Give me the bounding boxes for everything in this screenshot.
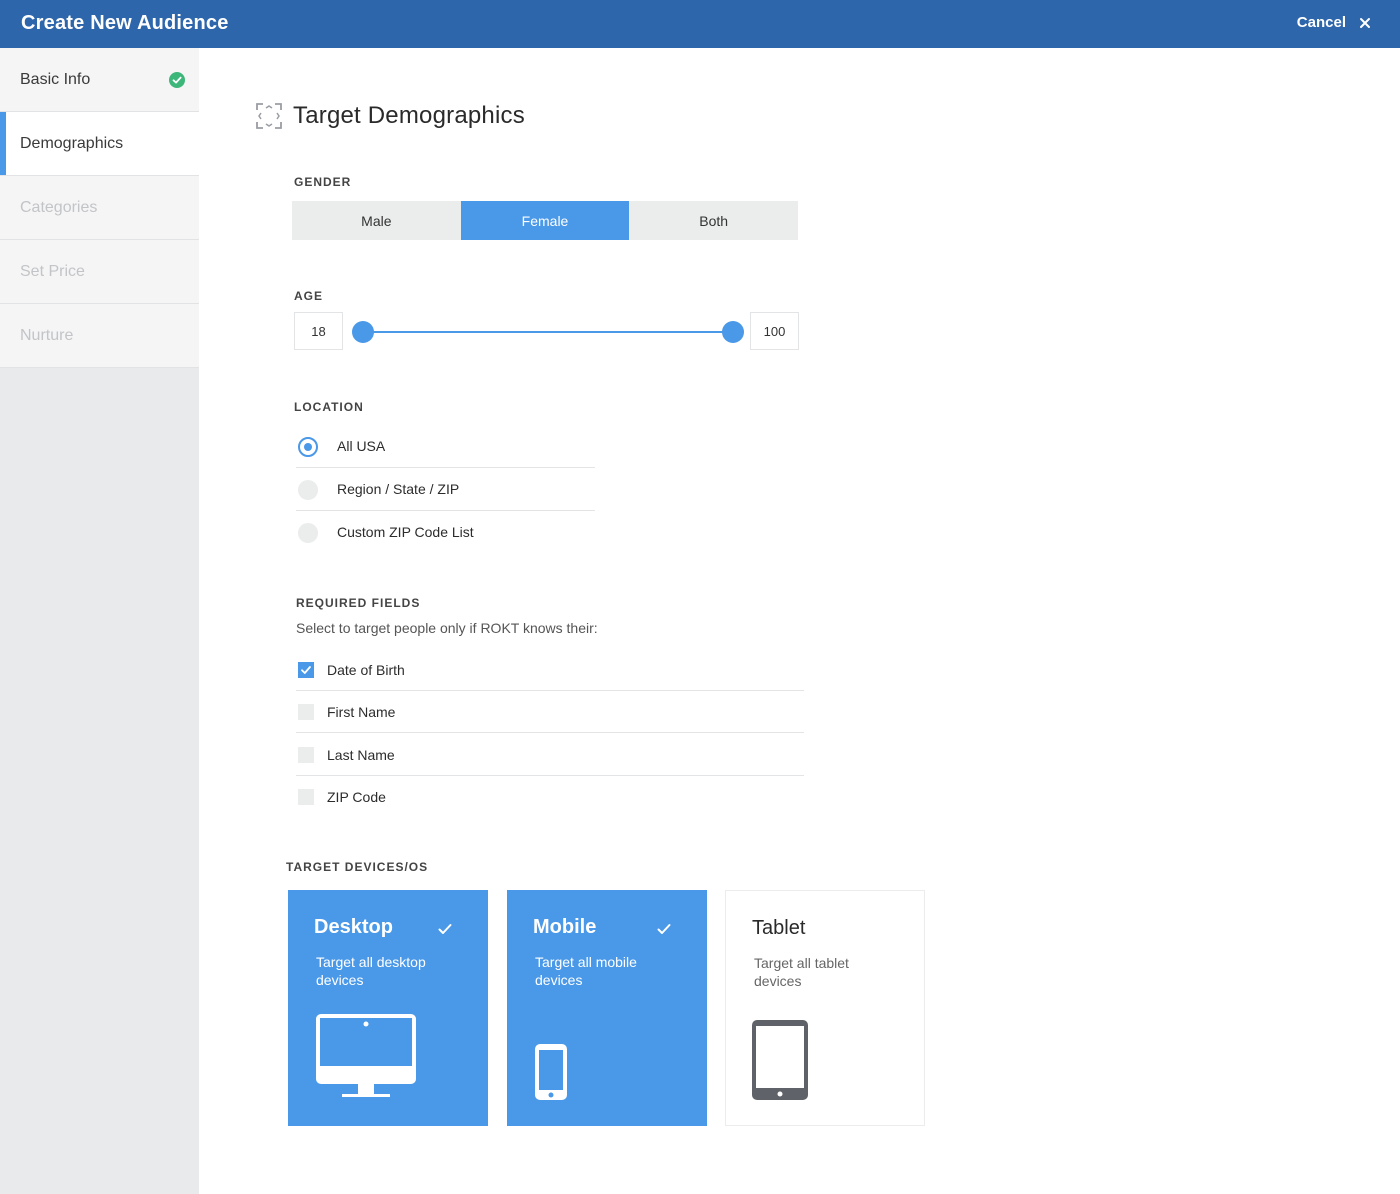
sidebar-item-set-price[interactable]: Set Price — [0, 240, 199, 304]
checkbox-label: ZIP Code — [327, 789, 386, 805]
sidebar-item-nurture[interactable]: Nurture — [0, 304, 199, 368]
sidebar-item-label: Basic Info — [20, 71, 91, 88]
radio-label: Custom ZIP Code List — [337, 524, 474, 540]
checkbox[interactable] — [298, 747, 314, 763]
tablet-icon — [752, 1020, 808, 1100]
required-fields-label: REQUIRED FIELDS — [296, 596, 421, 610]
gender-female-button[interactable]: Female — [460, 201, 630, 240]
device-description: Target all tablet devices — [754, 955, 849, 989]
age-slider-track[interactable] — [362, 331, 733, 333]
sidebar-item-label: Categories — [20, 199, 98, 216]
cancel-button[interactable]: Cancel — [1297, 14, 1372, 31]
cancel-label: Cancel — [1296, 14, 1346, 31]
gender-segmented-control: Male Female Both — [292, 201, 799, 240]
location-option-region[interactable]: Region / State / ZIP — [296, 468, 595, 511]
radio-button[interactable] — [298, 480, 318, 500]
required-fields-hint: Select to target people only if ROKT kno… — [296, 620, 598, 636]
age-label: AGE — [294, 289, 324, 303]
device-name: Desktop — [314, 916, 393, 938]
section-heading: Target Demographics — [255, 102, 525, 130]
radio-button[interactable] — [298, 523, 318, 543]
device-card-tablet[interactable]: Tablet Target all tablet devices — [725, 890, 925, 1126]
checkmark-icon — [438, 924, 452, 934]
age-max-handle[interactable] — [722, 321, 744, 343]
target-icon — [256, 103, 282, 129]
device-card-desktop[interactable]: Desktop Target all desktop devices — [288, 890, 488, 1126]
checkbox[interactable] — [298, 704, 314, 720]
device-description: Target all desktop devices — [316, 954, 426, 988]
page-title: Create New Audience — [21, 12, 229, 34]
age-min-input[interactable] — [294, 312, 343, 350]
target-devices-label: TARGET DEVICES/OS — [286, 860, 429, 874]
checkbox[interactable] — [298, 789, 314, 805]
age-min-handle[interactable] — [352, 321, 374, 343]
check-circle-icon — [169, 72, 185, 88]
sidebar: Basic Info Demographics Categories Set P… — [0, 48, 199, 1194]
location-label: LOCATION — [294, 400, 364, 414]
gender-label: GENDER — [294, 175, 352, 189]
field-last-name[interactable]: Last Name — [296, 734, 804, 776]
device-card-mobile[interactable]: Mobile Target all mobile devices — [507, 890, 707, 1126]
field-zip-code[interactable]: ZIP Code — [296, 776, 804, 818]
sidebar-item-demographics[interactable]: Demographics — [0, 112, 199, 176]
checkbox-label: First Name — [327, 704, 396, 720]
checkbox-label: Last Name — [327, 747, 395, 763]
age-max-input[interactable] — [750, 312, 799, 350]
device-name: Mobile — [533, 916, 597, 938]
sidebar-item-label: Nurture — [20, 327, 74, 344]
radio-label: All USA — [337, 438, 386, 454]
device-description: Target all mobile devices — [535, 954, 637, 988]
section-title: Target Demographics — [293, 102, 525, 129]
gender-both-button[interactable]: Both — [629, 201, 799, 240]
top-bar: Create New Audience Cancel — [0, 0, 1400, 48]
field-first-name[interactable]: First Name — [296, 691, 804, 733]
sidebar-item-categories[interactable]: Categories — [0, 176, 199, 240]
radio-label: Region / State / ZIP — [337, 481, 460, 497]
checkmark-icon — [657, 924, 671, 934]
close-icon — [1360, 17, 1370, 28]
checkbox[interactable] — [298, 662, 314, 678]
gender-male-button[interactable]: Male — [292, 201, 461, 240]
desktop-icon — [316, 1014, 416, 1097]
location-option-custom-zip[interactable]: Custom ZIP Code List — [296, 511, 595, 554]
sidebar-item-label: Demographics — [20, 135, 124, 152]
device-name: Tablet — [752, 917, 806, 939]
sidebar-item-basic-info[interactable]: Basic Info — [0, 48, 199, 112]
field-date-of-birth[interactable]: Date of Birth — [296, 649, 804, 691]
checkmark-icon — [301, 666, 311, 674]
mobile-icon — [535, 1044, 567, 1100]
location-option-all-usa[interactable]: All USA — [296, 425, 595, 468]
radio-button[interactable] — [298, 437, 318, 457]
sidebar-item-label: Set Price — [20, 263, 85, 280]
checkbox-label: Date of Birth — [327, 662, 405, 678]
